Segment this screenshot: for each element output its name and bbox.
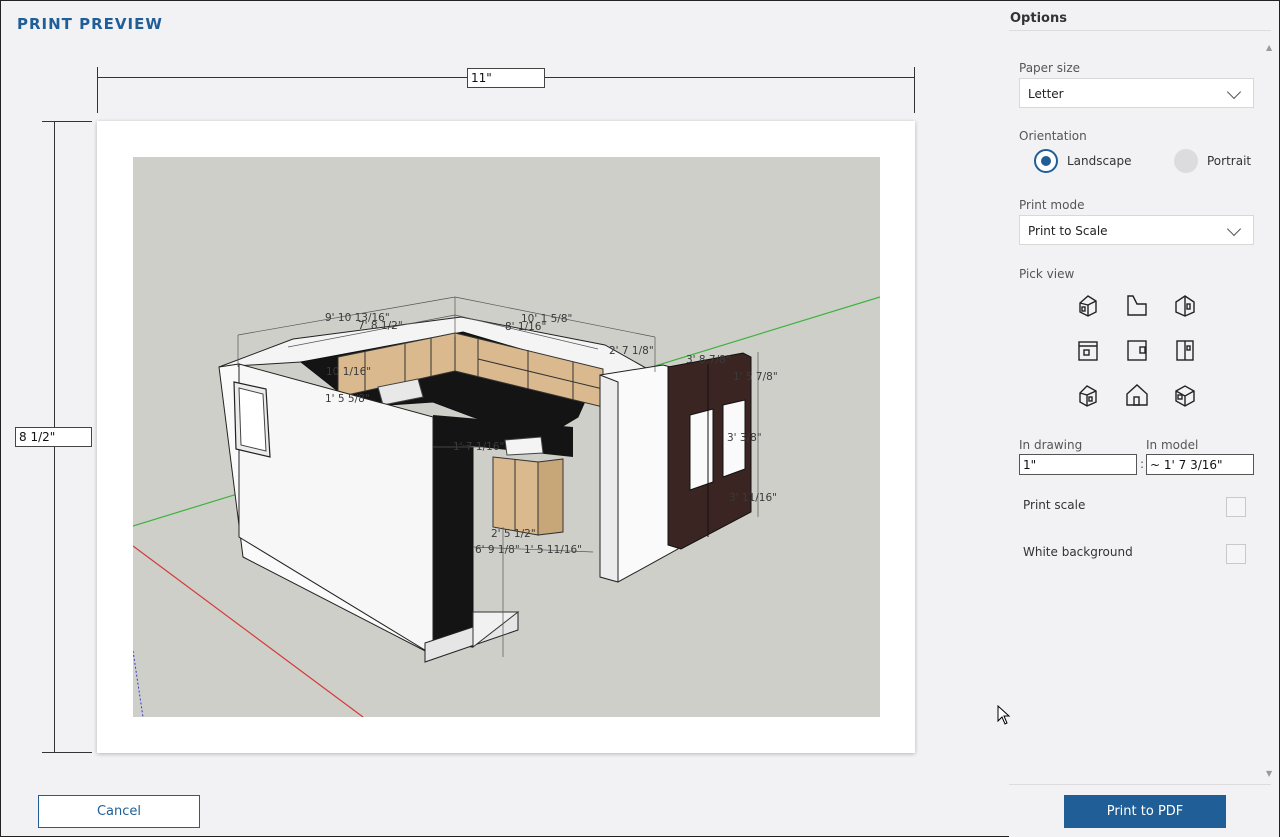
scale-separator: :: [1140, 457, 1145, 471]
print-scale-label: Print scale: [1023, 498, 1086, 512]
chevron-down-icon: [1226, 84, 1242, 100]
dim-label: 1' 5 7/8": [733, 371, 778, 383]
width-input[interactable]: [467, 68, 545, 88]
sink: [504, 436, 544, 456]
white-background-label: White background: [1023, 545, 1133, 559]
dim-label: 3' 3/8": [727, 432, 762, 444]
print-mode-select[interactable]: Print to Scale: [1019, 215, 1254, 245]
width-dimension-tick-left: [97, 67, 98, 113]
cancel-button[interactable]: Cancel: [38, 795, 200, 828]
options-title: Options: [1009, 11, 1271, 31]
kitchen-model-drawing: 9' 10 13/16" 10' 1 5/8" 7' 8 1/2" 8' 1/1…: [133, 296, 880, 717]
scroll-up-icon[interactable]: ▲: [1266, 43, 1272, 52]
paper-size-value: Letter: [1028, 87, 1064, 101]
scroll-down-icon[interactable]: ▼: [1266, 769, 1272, 778]
front-wall: [238, 363, 434, 656]
page-title: PRINT PREVIEW: [17, 15, 163, 33]
print-mode-label: Print mode: [1019, 198, 1085, 212]
pick-view-label: Pick view: [1019, 267, 1075, 281]
dim-label: 10 1/16": [326, 366, 371, 378]
print-to-pdf-button[interactable]: Print to PDF: [1064, 795, 1226, 828]
height-dimension-tick-bottom: [42, 752, 92, 753]
dim-label: 3' 8 7/8": [686, 354, 731, 366]
in-model-input[interactable]: [1146, 454, 1254, 475]
perspective-view-icon[interactable]: [1168, 378, 1202, 412]
paper-preview: 9' 10 13/16" 10' 1 5/8" 7' 8 1/2" 8' 1/1…: [97, 121, 915, 753]
back-view-icon[interactable]: [1071, 378, 1105, 412]
dim-label: 2' 5 1/2": [491, 528, 536, 540]
paper-size-select[interactable]: Letter: [1019, 78, 1254, 108]
landscape-option[interactable]: Landscape: [1034, 149, 1131, 173]
landscape-radio[interactable]: [1034, 149, 1058, 173]
in-drawing-input[interactable]: [1019, 454, 1137, 475]
model-viewport: 9' 10 13/16" 10' 1 5/8" 7' 8 1/2" 8' 1/1…: [133, 157, 880, 717]
chevron-down-icon: [1226, 221, 1242, 237]
portrait-label: Portrait: [1207, 154, 1252, 168]
dim-label: 8' 1/16": [505, 321, 546, 333]
dim-label: 1' 5 5/8": [325, 393, 370, 405]
portrait-radio[interactable]: [1174, 149, 1198, 173]
panel-divider: [1009, 784, 1271, 785]
front-view-icon[interactable]: [1168, 288, 1202, 322]
dim-label: 1' 5 11/16": [524, 544, 582, 556]
in-model-label: In model: [1146, 438, 1199, 452]
view-picker: [1071, 285, 1221, 415]
iso-view-icon[interactable]: [1071, 288, 1105, 322]
options-panel: Options ▲ Paper size Letter Orientation …: [1009, 1, 1279, 837]
width-dimension-tick-right: [914, 67, 915, 113]
dim-label: 2' 7 1/8": [609, 345, 654, 357]
right-view-icon[interactable]: [1168, 333, 1202, 367]
mouse-cursor-icon: [997, 705, 1011, 725]
height-dimension-tick-top: [42, 121, 92, 122]
print-mode-value: Print to Scale: [1028, 224, 1108, 238]
top-view-icon[interactable]: [1120, 288, 1154, 322]
left-view-icon[interactable]: [1120, 333, 1154, 367]
in-drawing-label: In drawing: [1019, 438, 1083, 452]
paper-size-label: Paper size: [1019, 61, 1081, 75]
height-input[interactable]: [15, 427, 92, 447]
bottom-view-icon[interactable]: [1071, 333, 1105, 367]
print-scale-checkbox[interactable]: [1226, 497, 1246, 517]
portrait-option[interactable]: Portrait: [1174, 149, 1251, 173]
dim-label: 3' 11/16": [729, 492, 777, 504]
white-background-checkbox[interactable]: [1226, 544, 1246, 564]
dim-label: 7' 8 1/2": [358, 320, 403, 332]
dim-label: 6' 9 1/8": [475, 544, 520, 556]
landscape-label: Landscape: [1067, 154, 1132, 168]
house-view-icon[interactable]: [1120, 378, 1154, 412]
dim-label: 1' 7 1/16": [453, 441, 504, 453]
orientation-label: Orientation: [1019, 129, 1087, 143]
blue-axis: [133, 650, 144, 717]
peninsula-side: [432, 441, 474, 648]
